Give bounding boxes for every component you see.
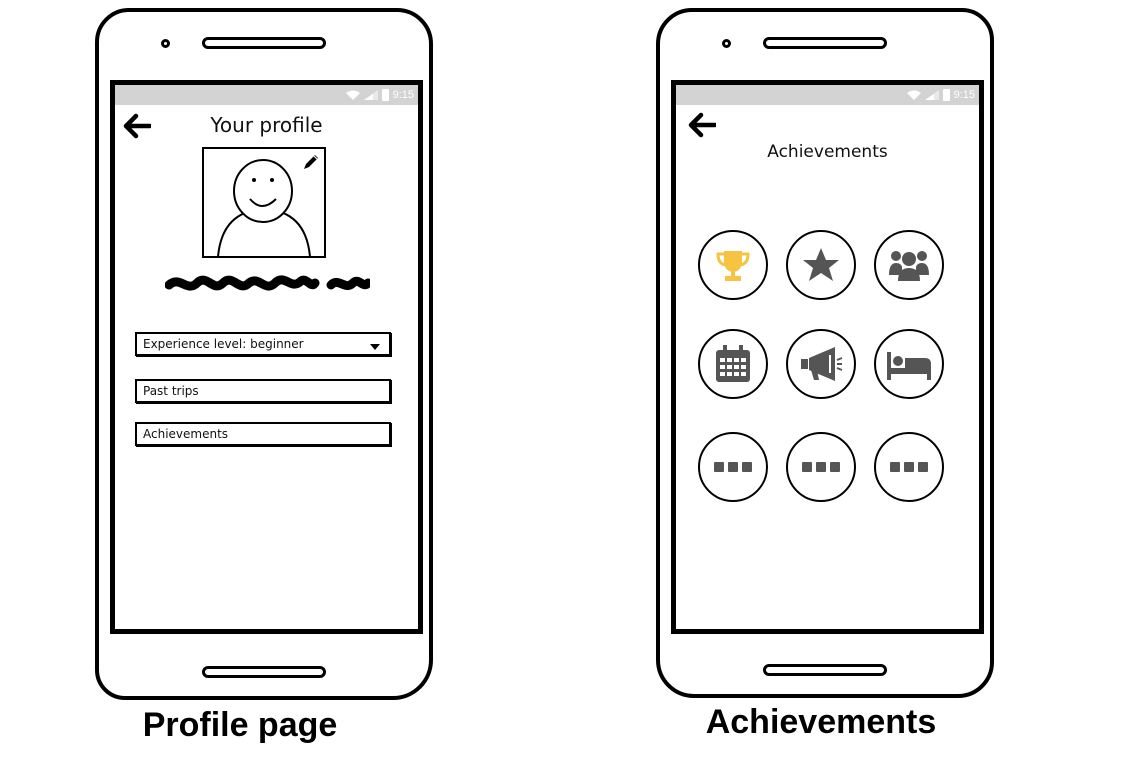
phone-frame-achievements: 9:15 Achievements bbox=[656, 8, 994, 698]
avatar bbox=[202, 147, 326, 258]
more-icon bbox=[802, 462, 840, 472]
megaphone-icon bbox=[801, 347, 843, 381]
experience-level-dropdown[interactable]: Experience level: beginner bbox=[135, 332, 391, 356]
battery-icon bbox=[942, 89, 950, 101]
badge-more-3[interactable] bbox=[874, 432, 944, 502]
experience-level-value: Experience level: beginner bbox=[143, 337, 304, 351]
achievements-screen: 9:15 Achievements bbox=[671, 80, 984, 634]
signal-icon bbox=[363, 90, 378, 100]
group-icon bbox=[889, 251, 929, 281]
redacted-name-scribble bbox=[165, 275, 370, 291]
trophy-icon bbox=[716, 251, 750, 281]
speaker-slot bbox=[763, 37, 887, 49]
status-time: 9:15 bbox=[953, 89, 975, 101]
back-arrow-icon[interactable] bbox=[688, 112, 716, 138]
badge-more-2[interactable] bbox=[786, 432, 856, 502]
badge-star[interactable] bbox=[786, 230, 856, 300]
badge-group[interactable] bbox=[874, 230, 944, 300]
chevron-down-icon bbox=[370, 344, 380, 350]
caption-achievements: Achievements bbox=[705, 703, 937, 741]
back-arrow-icon[interactable] bbox=[123, 113, 151, 139]
badge-trophy[interactable] bbox=[698, 230, 768, 300]
pencil-icon[interactable] bbox=[300, 151, 322, 173]
achievements-button[interactable]: Achievements bbox=[135, 422, 391, 446]
badge-megaphone[interactable] bbox=[786, 329, 856, 399]
wifi-icon bbox=[906, 90, 921, 100]
status-bar: 9:15 bbox=[115, 85, 418, 105]
home-button[interactable] bbox=[202, 666, 326, 678]
phone-frame-profile: 9:15 Your profile Experience level: begi… bbox=[95, 8, 433, 700]
achievements-label: Achievements bbox=[143, 427, 229, 441]
badge-more-1[interactable] bbox=[698, 432, 768, 502]
page-title: Achievements bbox=[767, 142, 888, 162]
past-trips-button[interactable]: Past trips bbox=[135, 379, 391, 403]
battery-icon bbox=[381, 89, 389, 101]
status-bar: 9:15 bbox=[676, 85, 979, 105]
star-icon bbox=[803, 248, 839, 281]
profile-screen: 9:15 Your profile Experience level: begi… bbox=[110, 80, 423, 634]
calendar-icon bbox=[716, 345, 750, 382]
home-button[interactable] bbox=[763, 664, 887, 676]
bed-icon bbox=[887, 352, 931, 380]
wifi-icon bbox=[345, 90, 360, 100]
signal-icon bbox=[924, 90, 939, 100]
camera-dot bbox=[722, 39, 731, 48]
more-icon bbox=[714, 462, 752, 472]
caption-profile-page: Profile page bbox=[142, 706, 338, 744]
page-title: Your profile bbox=[210, 113, 323, 137]
more-icon bbox=[890, 462, 928, 472]
camera-dot bbox=[161, 39, 170, 48]
status-time: 9:15 bbox=[392, 89, 414, 101]
badge-bed[interactable] bbox=[874, 329, 944, 399]
badge-calendar[interactable] bbox=[698, 329, 768, 399]
speaker-slot bbox=[202, 37, 326, 49]
past-trips-label: Past trips bbox=[143, 384, 199, 398]
